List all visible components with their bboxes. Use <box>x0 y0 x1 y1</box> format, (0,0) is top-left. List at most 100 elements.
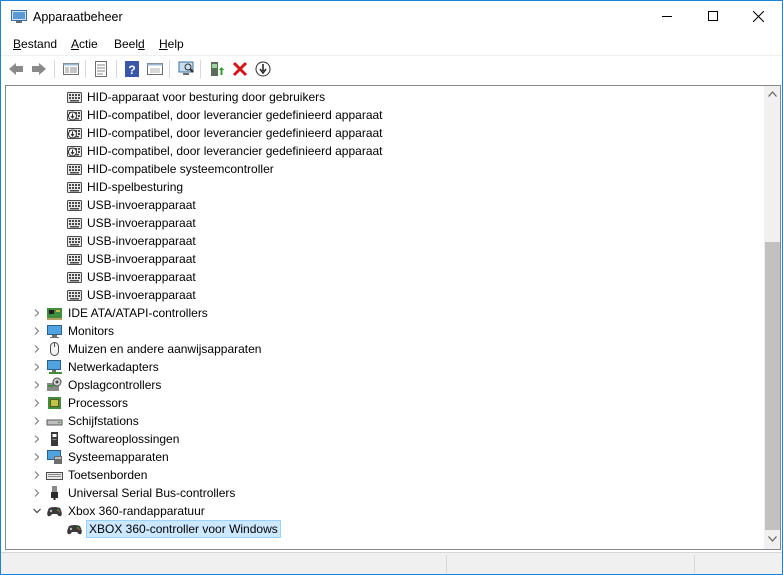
minimize-button[interactable] <box>644 1 690 32</box>
usb-controller-icon <box>46 485 63 501</box>
disable-device-button[interactable] <box>253 59 273 79</box>
tree-device[interactable]: USB-invoerapparaat <box>6 232 762 250</box>
tree-item-label: HID-apparaat voor besturing door gebruik… <box>87 90 326 104</box>
tree-category[interactable]: Universal Serial Bus-controllers <box>6 484 762 502</box>
tree-item-label: Schijfstations <box>68 414 139 428</box>
tree-item-label: USB-invoerapparaat <box>87 270 196 284</box>
toolbar-separator <box>169 60 170 78</box>
menu-help-post: elp <box>167 37 184 51</box>
help-icon: ? <box>125 61 139 77</box>
expand-chevron-right-icon[interactable] <box>31 433 43 445</box>
tree-device[interactable]: USB-invoerapparaat <box>6 250 762 268</box>
scroll-down-icon[interactable] <box>768 536 777 542</box>
expand-chevron-right-icon[interactable] <box>31 451 43 463</box>
menu-beeld-pre: Beel <box>114 37 139 51</box>
toolbar-separator <box>116 60 117 78</box>
uninstall-button[interactable] <box>230 59 250 79</box>
tree-item-label: USB-invoerapparaat <box>87 252 196 266</box>
tree-item-label: HID-spelbesturing <box>87 180 184 194</box>
device-tree[interactable]: XBOX 360-controller voor Windows Xbox 360… <box>5 85 781 550</box>
tree-category[interactable]: Toetsenborden <box>6 466 762 484</box>
tree-device[interactable]: XBOX 360-controller voor Windows <box>6 520 762 538</box>
back-icon <box>9 63 23 75</box>
toolbar-separator <box>200 60 201 78</box>
menu-bar: Bestand Actie Beeld Help <box>1 33 782 54</box>
hid-device-icon <box>66 215 83 231</box>
menu-beeld-accesskey: d <box>138 37 145 51</box>
help-button[interactable]: ? <box>122 59 142 79</box>
menu-help-accesskey: H <box>159 37 168 51</box>
back-button[interactable] <box>6 59 26 79</box>
mouse-icon <box>46 341 63 357</box>
hid-device-icon <box>66 287 83 303</box>
scrollbar-thumb[interactable] <box>765 242 780 530</box>
tree-device[interactable]: HID-compatibel, door leverancier gedefin… <box>6 142 762 160</box>
properties-button[interactable] <box>91 59 111 79</box>
close-button[interactable] <box>736 1 782 32</box>
minimize-icon <box>662 16 672 17</box>
tree-category[interactable]: Schijfstations <box>6 412 762 430</box>
vertical-scrollbar[interactable] <box>764 86 780 549</box>
expand-chevron-right-icon[interactable] <box>31 397 43 409</box>
forward-button[interactable] <box>29 59 49 79</box>
expand-chevron-right-icon[interactable] <box>31 487 43 499</box>
menu-help[interactable]: Help <box>159 37 184 51</box>
hid-device-disabled-icon <box>66 143 83 159</box>
expand-chevron-right-icon[interactable] <box>31 361 43 373</box>
expand-chevron-right-icon[interactable] <box>31 325 43 337</box>
scan-hardware-button[interactable] <box>176 59 196 79</box>
update-driver-button[interactable] <box>207 59 227 79</box>
tree-device[interactable]: USB-invoerapparaat <box>6 286 762 304</box>
tree-category[interactable]: Systeemapparaten <box>6 448 762 466</box>
tree-category[interactable]: Softwareoplossingen <box>6 430 762 448</box>
menu-bestand-post: estand <box>21 37 58 51</box>
update-driver-icon <box>211 62 224 76</box>
tree-device[interactable]: USB-invoerapparaat <box>6 196 762 214</box>
software-component-icon <box>46 431 63 447</box>
show-hidden-button[interactable] <box>145 59 165 79</box>
expand-chevron-down-icon[interactable] <box>31 505 43 517</box>
expand-chevron-right-icon[interactable] <box>31 379 43 391</box>
tree-category[interactable]: Muizen en andere aanwijsapparaten <box>6 340 762 358</box>
hid-device-icon <box>66 89 83 105</box>
expand-chevron-right-icon[interactable] <box>31 415 43 427</box>
menu-beeld[interactable]: Beeld <box>114 37 145 51</box>
tree-device[interactable]: HID-compatibel, door leverancier gedefin… <box>6 124 762 142</box>
tree-device[interactable]: HID-compatibel, door leverancier gedefin… <box>6 106 762 124</box>
tree-category[interactable]: Processors <box>6 394 762 412</box>
expand-chevron-right-icon[interactable] <box>31 307 43 319</box>
processor-icon <box>46 395 63 411</box>
hid-device-disabled-icon <box>66 107 83 123</box>
toolbar-separator <box>54 60 55 78</box>
disk-drive-icon <box>46 413 63 429</box>
tree-device[interactable]: HID-apparaat voor besturing door gebruik… <box>6 88 762 106</box>
ide-controller-icon <box>46 305 63 321</box>
window-title: Apparaatbeheer <box>33 10 123 24</box>
tree-item-label: Opslagcontrollers <box>68 378 162 392</box>
tree-item-label: XBOX 360-controller voor Windows <box>86 520 281 538</box>
tree-device[interactable]: HID-compatibele systeemcontroller <box>6 160 762 178</box>
tree-category[interactable]: Netwerkadapters <box>6 358 762 376</box>
tree-device[interactable]: USB-invoerapparaat <box>6 268 762 286</box>
keyboard-icon <box>46 467 63 483</box>
tree-device[interactable]: HID-spelbesturing <box>6 178 762 196</box>
menu-actie-post: ctie <box>79 37 98 51</box>
tree-item-label: HID-compatibele systeemcontroller <box>87 162 274 176</box>
title-bar[interactable]: Apparaatbeheer <box>1 1 782 33</box>
menu-actie[interactable]: Actie <box>71 37 98 51</box>
tree-category[interactable]: IDE ATA/ATAPI-controllers <box>6 304 762 322</box>
tree-device[interactable]: USB-invoerapparaat <box>6 214 762 232</box>
expand-chevron-right-icon[interactable] <box>31 343 43 355</box>
tree-view-button[interactable] <box>61 59 81 79</box>
hid-device-icon <box>66 251 83 267</box>
menu-bestand[interactable]: Bestand <box>13 37 57 51</box>
tree-category[interactable]: Xbox 360-randapparatuur <box>6 502 762 520</box>
tree-category[interactable]: Opslagcontrollers <box>6 376 762 394</box>
tree-category[interactable]: Monitors <box>6 322 762 340</box>
maximize-button[interactable] <box>690 1 736 32</box>
tree-item-label: Toetsenborden <box>68 468 148 482</box>
gamepad-icon <box>46 503 63 519</box>
scroll-up-icon[interactable] <box>768 91 777 97</box>
show-hidden-icon <box>147 63 163 75</box>
expand-chevron-right-icon[interactable] <box>31 469 43 481</box>
